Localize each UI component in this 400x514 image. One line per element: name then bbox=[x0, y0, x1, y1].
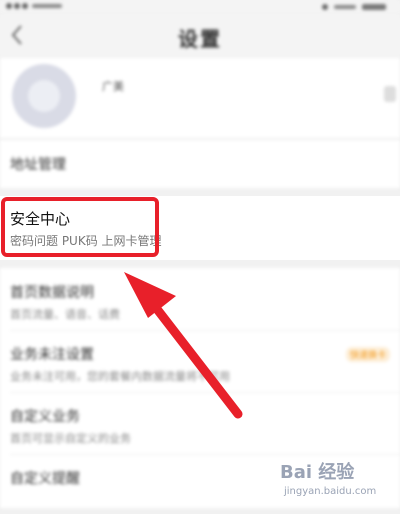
baidu-jingyan-watermark: Bai 经验 jingyan.baidu.com bbox=[274, 456, 396, 508]
watermark-logo: Bai 经验 bbox=[280, 462, 355, 483]
watermark-url: jingyan.baidu.com bbox=[284, 486, 377, 497]
annotation-arrow bbox=[124, 272, 243, 419]
